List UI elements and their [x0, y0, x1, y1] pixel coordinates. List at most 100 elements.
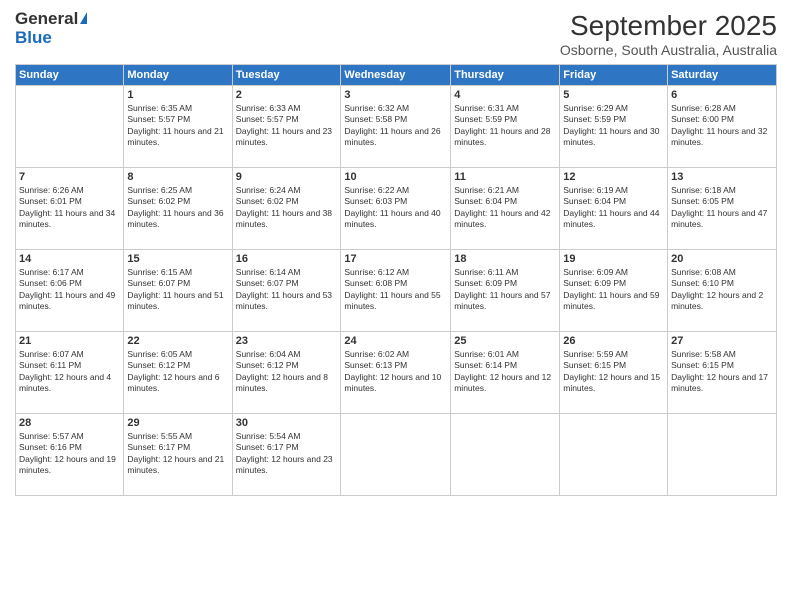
day-cell: 10 Sunrise: 6:22 AMSunset: 6:03 PMDaylig…	[341, 168, 451, 250]
day-info: Sunrise: 6:31 AMSunset: 5:59 PMDaylight:…	[454, 103, 556, 149]
day-info: Sunrise: 6:14 AMSunset: 6:07 PMDaylight:…	[236, 267, 338, 313]
day-number: 29	[127, 417, 228, 429]
month-title: September 2025	[560, 10, 777, 42]
day-number: 8	[127, 171, 228, 183]
day-number: 11	[454, 171, 556, 183]
day-cell: 17 Sunrise: 6:12 AMSunset: 6:08 PMDaylig…	[341, 250, 451, 332]
day-info: Sunrise: 6:09 AMSunset: 6:09 PMDaylight:…	[563, 267, 664, 313]
day-number: 22	[127, 335, 228, 347]
day-number: 9	[236, 171, 338, 183]
day-number: 20	[671, 253, 773, 265]
day-number: 4	[454, 89, 556, 101]
col-monday: Monday	[124, 65, 232, 86]
day-info: Sunrise: 6:32 AMSunset: 5:58 PMDaylight:…	[344, 103, 447, 149]
day-number: 3	[344, 89, 447, 101]
day-info: Sunrise: 6:15 AMSunset: 6:07 PMDaylight:…	[127, 267, 228, 313]
week-row-1: 1 Sunrise: 6:35 AMSunset: 5:57 PMDayligh…	[16, 86, 777, 168]
day-info: Sunrise: 6:26 AMSunset: 6:01 PMDaylight:…	[19, 185, 120, 231]
day-info: Sunrise: 6:35 AMSunset: 5:57 PMDaylight:…	[127, 103, 228, 149]
day-number: 15	[127, 253, 228, 265]
day-cell: 27 Sunrise: 5:58 AMSunset: 6:15 PMDaylig…	[668, 332, 777, 414]
day-info: Sunrise: 5:57 AMSunset: 6:16 PMDaylight:…	[19, 431, 120, 477]
day-info: Sunrise: 6:02 AMSunset: 6:13 PMDaylight:…	[344, 349, 447, 395]
calendar-table: Sunday Monday Tuesday Wednesday Thursday…	[15, 64, 777, 496]
col-wednesday: Wednesday	[341, 65, 451, 86]
day-cell: 13 Sunrise: 6:18 AMSunset: 6:05 PMDaylig…	[668, 168, 777, 250]
day-info: Sunrise: 6:17 AMSunset: 6:06 PMDaylight:…	[19, 267, 120, 313]
day-cell: 30 Sunrise: 5:54 AMSunset: 6:17 PMDaylig…	[232, 414, 341, 496]
day-number: 23	[236, 335, 338, 347]
day-info: Sunrise: 6:01 AMSunset: 6:14 PMDaylight:…	[454, 349, 556, 395]
day-cell: 22 Sunrise: 6:05 AMSunset: 6:12 PMDaylig…	[124, 332, 232, 414]
day-cell: 9 Sunrise: 6:24 AMSunset: 6:02 PMDayligh…	[232, 168, 341, 250]
title-block: September 2025 Osborne, South Australia,…	[560, 10, 777, 58]
day-info: Sunrise: 5:58 AMSunset: 6:15 PMDaylight:…	[671, 349, 773, 395]
day-cell: 24 Sunrise: 6:02 AMSunset: 6:13 PMDaylig…	[341, 332, 451, 414]
day-cell: 4 Sunrise: 6:31 AMSunset: 5:59 PMDayligh…	[451, 86, 560, 168]
col-friday: Friday	[560, 65, 668, 86]
day-number: 14	[19, 253, 120, 265]
day-number: 25	[454, 335, 556, 347]
day-cell: 19 Sunrise: 6:09 AMSunset: 6:09 PMDaylig…	[560, 250, 668, 332]
week-row-3: 14 Sunrise: 6:17 AMSunset: 6:06 PMDaylig…	[16, 250, 777, 332]
day-info: Sunrise: 6:08 AMSunset: 6:10 PMDaylight:…	[671, 267, 773, 313]
day-info: Sunrise: 6:19 AMSunset: 6:04 PMDaylight:…	[563, 185, 664, 231]
day-number: 12	[563, 171, 664, 183]
subtitle: Osborne, South Australia, Australia	[560, 42, 777, 58]
day-info: Sunrise: 6:12 AMSunset: 6:08 PMDaylight:…	[344, 267, 447, 313]
day-number: 28	[19, 417, 120, 429]
day-cell: 6 Sunrise: 6:28 AMSunset: 6:00 PMDayligh…	[668, 86, 777, 168]
header-row: Sunday Monday Tuesday Wednesday Thursday…	[16, 65, 777, 86]
day-info: Sunrise: 5:55 AMSunset: 6:17 PMDaylight:…	[127, 431, 228, 477]
day-number: 16	[236, 253, 338, 265]
day-info: Sunrise: 6:04 AMSunset: 6:12 PMDaylight:…	[236, 349, 338, 395]
day-number: 24	[344, 335, 447, 347]
day-info: Sunrise: 6:18 AMSunset: 6:05 PMDaylight:…	[671, 185, 773, 231]
day-cell: 16 Sunrise: 6:14 AMSunset: 6:07 PMDaylig…	[232, 250, 341, 332]
logo: General Blue	[15, 10, 87, 47]
day-number: 7	[19, 171, 120, 183]
day-info: Sunrise: 5:59 AMSunset: 6:15 PMDaylight:…	[563, 349, 664, 395]
day-info: Sunrise: 6:25 AMSunset: 6:02 PMDaylight:…	[127, 185, 228, 231]
day-cell: 8 Sunrise: 6:25 AMSunset: 6:02 PMDayligh…	[124, 168, 232, 250]
day-info: Sunrise: 6:22 AMSunset: 6:03 PMDaylight:…	[344, 185, 447, 231]
day-cell: 23 Sunrise: 6:04 AMSunset: 6:12 PMDaylig…	[232, 332, 341, 414]
day-cell	[560, 414, 668, 496]
day-number: 1	[127, 89, 228, 101]
day-cell: 29 Sunrise: 5:55 AMSunset: 6:17 PMDaylig…	[124, 414, 232, 496]
day-cell: 3 Sunrise: 6:32 AMSunset: 5:58 PMDayligh…	[341, 86, 451, 168]
day-cell	[451, 414, 560, 496]
header: General Blue September 2025 Osborne, Sou…	[15, 10, 777, 58]
day-cell: 14 Sunrise: 6:17 AMSunset: 6:06 PMDaylig…	[16, 250, 124, 332]
day-number: 13	[671, 171, 773, 183]
col-saturday: Saturday	[668, 65, 777, 86]
day-cell	[668, 414, 777, 496]
day-cell: 15 Sunrise: 6:15 AMSunset: 6:07 PMDaylig…	[124, 250, 232, 332]
day-cell: 28 Sunrise: 5:57 AMSunset: 6:16 PMDaylig…	[16, 414, 124, 496]
day-info: Sunrise: 5:54 AMSunset: 6:17 PMDaylight:…	[236, 431, 338, 477]
day-number: 17	[344, 253, 447, 265]
col-thursday: Thursday	[451, 65, 560, 86]
day-cell: 26 Sunrise: 5:59 AMSunset: 6:15 PMDaylig…	[560, 332, 668, 414]
day-cell: 1 Sunrise: 6:35 AMSunset: 5:57 PMDayligh…	[124, 86, 232, 168]
day-number: 6	[671, 89, 773, 101]
day-info: Sunrise: 6:24 AMSunset: 6:02 PMDaylight:…	[236, 185, 338, 231]
day-number: 19	[563, 253, 664, 265]
day-cell: 20 Sunrise: 6:08 AMSunset: 6:10 PMDaylig…	[668, 250, 777, 332]
day-info: Sunrise: 6:29 AMSunset: 5:59 PMDaylight:…	[563, 103, 664, 149]
day-number: 18	[454, 253, 556, 265]
day-cell	[16, 86, 124, 168]
page: General Blue September 2025 Osborne, Sou…	[0, 0, 792, 612]
day-number: 2	[236, 89, 338, 101]
day-info: Sunrise: 6:28 AMSunset: 6:00 PMDaylight:…	[671, 103, 773, 149]
day-cell: 2 Sunrise: 6:33 AMSunset: 5:57 PMDayligh…	[232, 86, 341, 168]
day-info: Sunrise: 6:07 AMSunset: 6:11 PMDaylight:…	[19, 349, 120, 395]
day-cell: 21 Sunrise: 6:07 AMSunset: 6:11 PMDaylig…	[16, 332, 124, 414]
day-cell: 12 Sunrise: 6:19 AMSunset: 6:04 PMDaylig…	[560, 168, 668, 250]
day-cell	[341, 414, 451, 496]
day-info: Sunrise: 6:05 AMSunset: 6:12 PMDaylight:…	[127, 349, 228, 395]
day-number: 5	[563, 89, 664, 101]
day-cell: 25 Sunrise: 6:01 AMSunset: 6:14 PMDaylig…	[451, 332, 560, 414]
day-number: 10	[344, 171, 447, 183]
day-cell: 7 Sunrise: 6:26 AMSunset: 6:01 PMDayligh…	[16, 168, 124, 250]
